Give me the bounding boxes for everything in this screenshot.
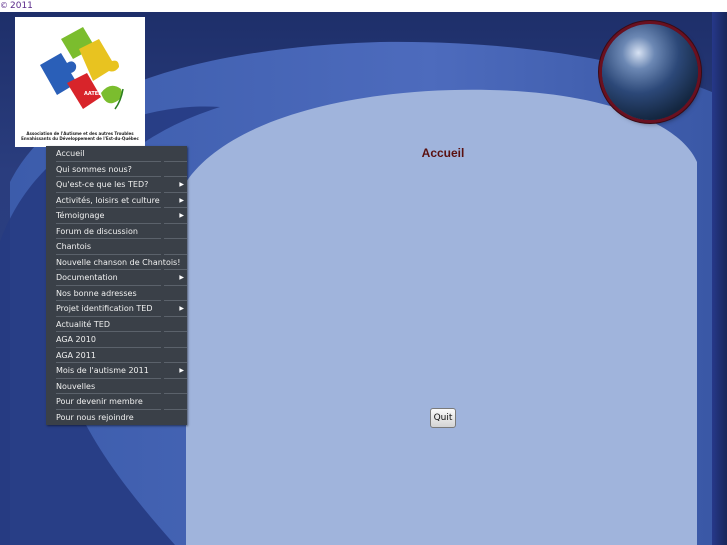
- menu-item[interactable]: Chantois: [46, 239, 187, 255]
- menu-item-label: Documentation: [56, 273, 118, 282]
- copyright-symbol: ©: [0, 1, 8, 10]
- submenu-arrow-icon: ▶: [179, 274, 184, 281]
- main-menu: Accueil Qui sommes nous? Qu'est-ce que les…: [46, 146, 187, 425]
- menu-item[interactable]: Mois de l'autisme 2011 ▶: [46, 363, 187, 379]
- menu-item-label: AGA 2011: [56, 350, 96, 360]
- menu-item-label: Mois de l'autisme 2011: [56, 366, 149, 375]
- menu-item-label: Pour devenir membre: [56, 397, 143, 406]
- menu-item[interactable]: Qu'est-ce que les TED? ▶: [46, 177, 187, 193]
- page-stage: AATEDEQ Association de l'Autisme et des …: [0, 12, 727, 545]
- globe-orb-icon: [602, 24, 698, 120]
- menu-item-label: Qui sommes nous?: [56, 164, 132, 174]
- menu-item-label: Forum de discussion: [56, 226, 138, 236]
- puzzle-logo-icon: AATEDEQ: [40, 27, 124, 110]
- menu-item-label: Qu'est-ce que les TED?: [56, 180, 149, 189]
- submenu-arrow-icon: ▶: [179, 367, 184, 374]
- menu-item[interactable]: Projet identification TED ▶: [46, 301, 187, 317]
- menu-item[interactable]: Pour nous rejoindre: [46, 410, 187, 426]
- quit-button[interactable]: Quit: [430, 408, 456, 428]
- menu-item[interactable]: Nouvelles: [46, 379, 187, 395]
- menu-item-label: Nos bonne adresses: [56, 288, 137, 298]
- menu-item[interactable]: Nouvelle chanson de Chantois!: [46, 255, 187, 271]
- menu-item[interactable]: Accueil: [46, 146, 187, 162]
- menu-item-label: Témoignage: [56, 211, 105, 220]
- menu-item-label: Activités, loisirs et culture: [56, 195, 160, 205]
- copyright-line: © 2011: [0, 0, 33, 12]
- menu-item-label: Nouvelles: [56, 381, 96, 391]
- menu-item-label: Nouvelle chanson de Chantois!: [56, 257, 181, 267]
- menu-item[interactable]: AGA 2011: [46, 348, 187, 364]
- menu-item[interactable]: AGA 2010: [46, 332, 187, 348]
- logo: AATEDEQ Association de l'Autisme et des …: [15, 17, 145, 147]
- submenu-arrow-icon: ▶: [179, 196, 184, 204]
- submenu-arrow-icon: ▶: [179, 212, 184, 219]
- submenu-arrow-icon: ▶: [179, 181, 184, 188]
- menu-item-label: Projet identification TED: [56, 304, 153, 313]
- menu-item-label: Pour nous rejoindre: [56, 412, 134, 422]
- menu-item-label: Chantois: [56, 242, 92, 251]
- menu-item[interactable]: Documentation ▶: [46, 270, 187, 286]
- menu-item[interactable]: Nos bonne adresses: [46, 286, 187, 302]
- logo-caption: Association de l'Autisme et des autres T…: [21, 131, 139, 141]
- menu-item-label: AGA 2010: [56, 335, 96, 344]
- menu-item-label: Actualité TED: [56, 319, 110, 329]
- submenu-arrow-icon: ▶: [179, 305, 184, 312]
- menu-item[interactable]: Forum de discussion: [46, 224, 187, 240]
- menu-item[interactable]: Témoignage ▶: [46, 208, 187, 224]
- page-title: Accueil: [421, 146, 465, 160]
- menu-item[interactable]: Pour devenir membre: [46, 394, 187, 410]
- copyright-year: 2011: [10, 1, 33, 11]
- menu-item[interactable]: Activités, loisirs et culture ▶: [46, 193, 187, 209]
- menu-item[interactable]: Actualité TED: [46, 317, 187, 333]
- menu-item-label: Accueil: [56, 149, 85, 158]
- menu-item[interactable]: Qui sommes nous?: [46, 162, 187, 178]
